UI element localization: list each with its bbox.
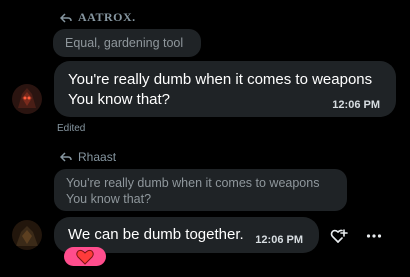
message-text-line2: You know that?: [68, 91, 171, 108]
quoted-message[interactable]: Equal, gardening tool: [53, 29, 201, 57]
reply-author-name: Rhaast: [78, 150, 117, 164]
quoted-text: Equal, gardening tool: [65, 36, 184, 50]
reply-author-name: AATROX.: [78, 10, 136, 24]
edited-label: Edited: [57, 123, 86, 134]
reply-arrow-icon: [59, 151, 72, 163]
quoted-text-line1: You're really dumb when it comes to weap…: [66, 176, 320, 190]
add-reaction-button[interactable]: [329, 226, 349, 246]
message-text-line1: You're really dumb when it comes to weap…: [68, 71, 373, 88]
heart-icon: [76, 249, 94, 265]
add-reaction-icon: [330, 229, 348, 243]
message-timestamp: 12:06 PM: [255, 234, 303, 246]
message-text: We can be dumb together.: [68, 226, 244, 243]
message-bubble[interactable]: You're really dumb when it comes to weap…: [54, 61, 396, 117]
more-options-icon: [366, 234, 382, 238]
reaction-badge[interactable]: [64, 247, 106, 266]
avatar-image: [12, 220, 42, 250]
more-options-button[interactable]: [364, 226, 384, 246]
message-timestamp: 12:06 PM: [332, 99, 380, 111]
quoted-text-line2: You know that?: [66, 192, 152, 206]
avatar-image: [12, 84, 42, 114]
reply-reference[interactable]: AATROX.: [59, 10, 136, 25]
reply-reference[interactable]: Rhaast: [59, 150, 117, 164]
quoted-message[interactable]: You're really dumb when it comes to weap…: [54, 169, 347, 211]
avatar[interactable]: [12, 220, 42, 250]
reply-arrow-icon: [59, 12, 72, 24]
avatar[interactable]: [12, 84, 42, 114]
